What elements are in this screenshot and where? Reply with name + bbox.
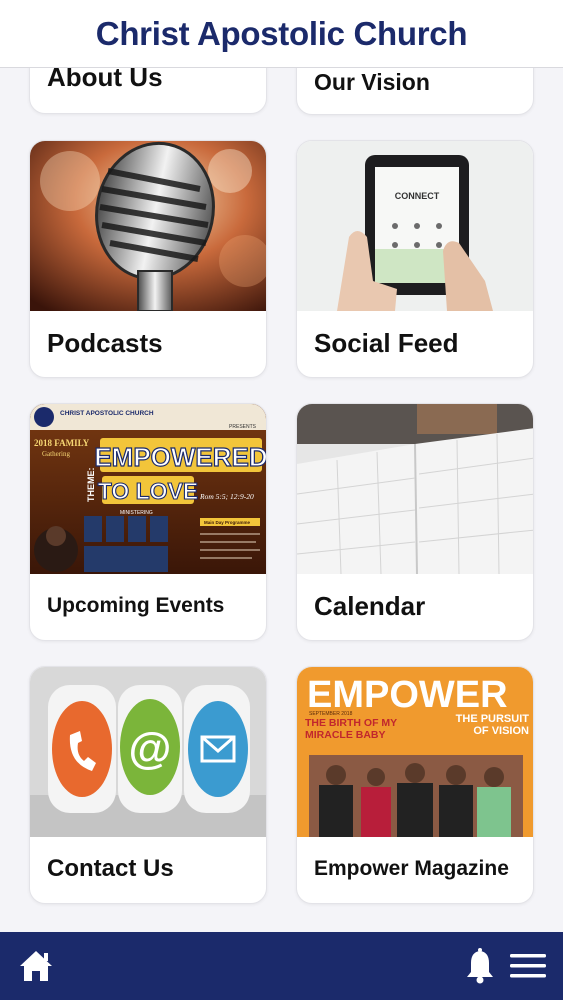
svg-text:@: @: [129, 724, 172, 773]
events-poster-image: CHRIST APOSTOLIC CHURCH PRESENTS 2018 FA…: [30, 404, 267, 574]
tile-about-us[interactable]: About Us: [29, 68, 267, 114]
home-button[interactable]: [14, 944, 58, 988]
app-title: Christ Apostolic Church: [95, 14, 468, 52]
menu-icon: [510, 954, 546, 978]
tile-calendar[interactable]: Calendar: [296, 403, 534, 641]
tile-about-us-label: About Us: [47, 68, 163, 92]
poster-ministering: MINISTERING: [120, 510, 153, 516]
tile-contact-us-label: Contact Us: [47, 855, 174, 882]
magazine-headline-left: THE BIRTH OF MY MIRACLE BABY: [305, 717, 397, 741]
poster-line2: TO LOVE: [98, 478, 199, 504]
tile-calendar-label: Calendar: [314, 590, 426, 621]
tile-podcasts[interactable]: Podcasts: [29, 140, 267, 378]
tile-upcoming-events-label: Upcoming Events: [47, 594, 225, 617]
magazine-cover-image: EMPOWER SEPTEMBER 2018 THE BIRTH OF MY M…: [297, 667, 533, 837]
tile-podcasts-label: Podcasts: [47, 327, 163, 358]
tile-our-vision-label: Our Vision: [314, 68, 430, 95]
bell-icon: [467, 948, 493, 984]
tile-empower-magazine-label: Empower Magazine: [314, 857, 509, 880]
tablet-text: CONNECT: [395, 191, 440, 201]
poster-verse: Rom 5:5; 12:9-20: [199, 492, 254, 501]
poster-year: 2018 FAMILY: [34, 438, 90, 448]
tile-social-feed-label: Social Feed: [314, 327, 459, 358]
poster-org: CHRIST APOSTOLIC CHURCH: [60, 410, 154, 417]
calendar-image: [297, 404, 533, 574]
app-header: Christ Apostolic Church: [0, 0, 563, 68]
poster-programme: Main Day Programme: [204, 520, 251, 525]
poster-presents: PRESENTS: [229, 424, 257, 430]
magazine-masthead: EMPOWER: [307, 674, 508, 716]
tile-social-feed[interactable]: CONNECT Social Feed: [296, 140, 534, 378]
tile-contact-us[interactable]: @ Contact Us: [29, 666, 267, 904]
tiles-grid: About Us Our Vision Podcasts CONNECT Soc…: [0, 68, 563, 932]
home-icon: [20, 951, 52, 981]
poster-theme: THEME:: [86, 468, 96, 503]
notifications-button[interactable]: [458, 944, 502, 988]
bottom-nav-bar: [0, 932, 563, 1000]
contact-image: @: [30, 667, 266, 837]
podcasts-image: [30, 141, 266, 311]
magazine-headline-right: THE PURSUIT OF VISION: [455, 713, 529, 737]
tile-empower-magazine[interactable]: EMPOWER SEPTEMBER 2018 THE BIRTH OF MY M…: [296, 666, 534, 904]
social-feed-image: CONNECT: [297, 141, 533, 311]
poster-gathering: Gathering: [42, 450, 70, 458]
tile-upcoming-events[interactable]: CHRIST APOSTOLIC CHURCH PRESENTS 2018 FA…: [29, 403, 267, 641]
poster-line1: EMPOWERED: [94, 442, 267, 472]
menu-button[interactable]: [505, 944, 551, 988]
tile-our-vision[interactable]: Our Vision: [296, 68, 534, 115]
